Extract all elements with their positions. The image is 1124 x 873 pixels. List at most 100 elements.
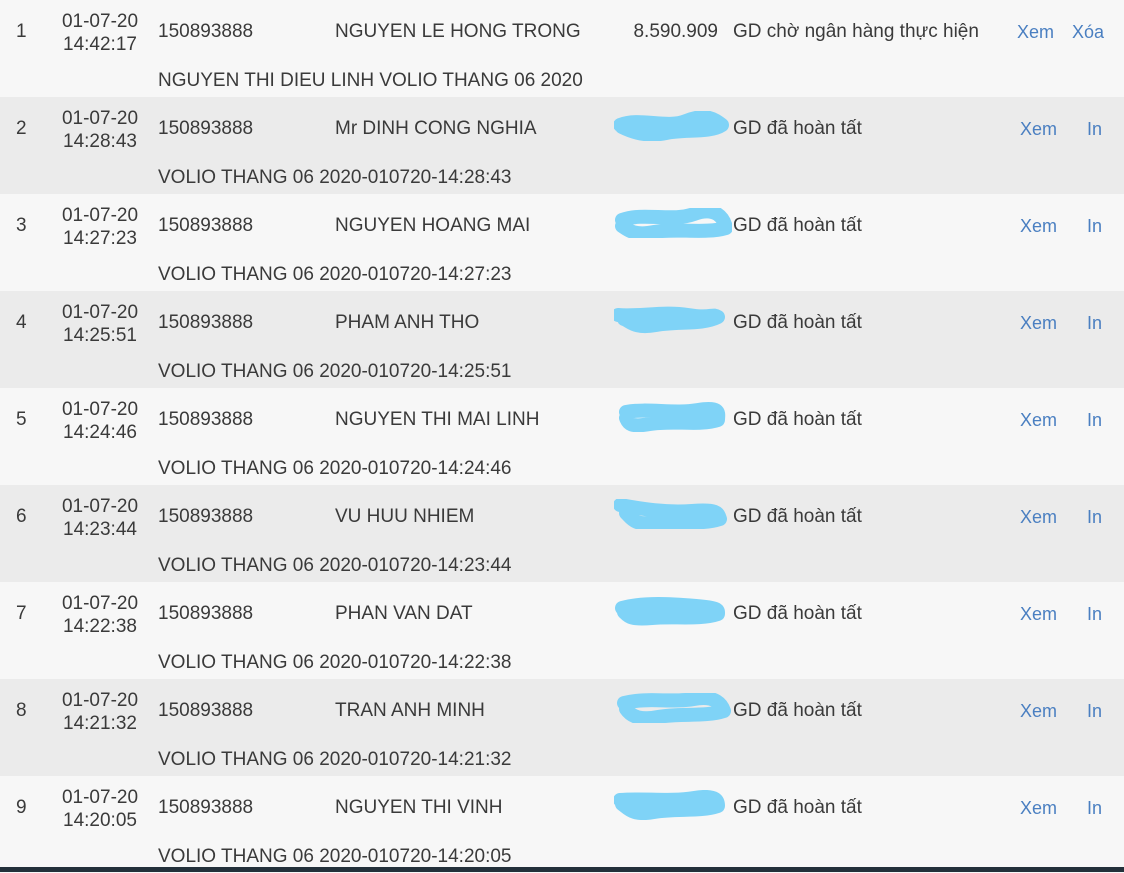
view-link[interactable]: Xem [1020, 119, 1057, 140]
row-date: 01-07-20 [61, 108, 139, 129]
row-description: VOLIO THANG 06 2020-010720-14:21:32 [158, 749, 512, 770]
table-row: 3 01-07-20 14:27:23 150893888 NGUYEN HOA… [0, 194, 1124, 291]
row-status: GD đã hoàn tất [733, 118, 862, 139]
print-link[interactable]: In [1087, 507, 1102, 528]
amount-redaction-scribble [619, 402, 726, 432]
row-time: 14:23:44 [63, 519, 137, 540]
row-index: 6 [16, 506, 27, 527]
view-link[interactable]: Xem [1017, 22, 1054, 43]
row-beneficiary: PHAM ANH THO [335, 312, 480, 333]
print-link[interactable]: In [1087, 216, 1102, 237]
row-date: 01-07-20 [61, 593, 139, 614]
row-date: 01-07-20 [61, 205, 139, 226]
row-index: 3 [16, 215, 27, 236]
row-date: 01-07-20 [61, 302, 139, 323]
row-description: VOLIO THANG 06 2020-010720-14:25:51 [158, 361, 512, 382]
row-beneficiary: PHAN VAN DAT [335, 603, 473, 624]
row-index: 7 [16, 603, 27, 624]
view-link[interactable]: Xem [1020, 313, 1057, 334]
row-beneficiary: TRAN ANH MINH [335, 700, 485, 721]
view-link[interactable]: Xem [1020, 216, 1057, 237]
row-index: 2 [16, 118, 27, 139]
row-time: 14:21:32 [63, 713, 137, 734]
row-datetime: 01-07-20 14:21:32 [60, 689, 140, 735]
transaction-list: 1 01-07-20 14:42:17 150893888 NGUYEN LE … [0, 0, 1124, 873]
row-description: VOLIO THANG 06 2020-010720-14:27:23 [158, 264, 512, 285]
row-datetime: 01-07-20 14:23:44 [60, 495, 140, 541]
print-link[interactable]: In [1087, 313, 1102, 334]
row-description: VOLIO THANG 06 2020-010720-14:23:44 [158, 555, 512, 576]
row-status: GD đã hoàn tất [733, 215, 862, 236]
table-row: 2 01-07-20 14:28:43 150893888 Mr DINH CO… [0, 97, 1124, 194]
view-link[interactable]: Xem [1020, 410, 1057, 431]
row-time: 14:25:51 [63, 325, 137, 346]
amount-redaction-scribble [617, 693, 731, 723]
table-row: 4 01-07-20 14:25:51 150893888 PHAM ANH T… [0, 291, 1124, 388]
amount-redaction-scribble [614, 790, 725, 820]
view-link[interactable]: Xem [1020, 798, 1057, 819]
row-account: 150893888 [158, 506, 254, 527]
row-description: VOLIO THANG 06 2020-010720-14:22:38 [158, 652, 512, 673]
row-datetime: 01-07-20 14:28:43 [60, 107, 140, 153]
row-datetime: 01-07-20 14:24:46 [60, 398, 140, 444]
row-beneficiary: Mr DINH CONG NGHIA [335, 118, 537, 139]
row-status: GD đã hoàn tất [733, 797, 862, 818]
row-account: 150893888 [158, 118, 254, 139]
view-link[interactable]: Xem [1020, 604, 1057, 625]
row-description: VOLIO THANG 06 2020-010720-14:24:46 [158, 458, 512, 479]
print-link[interactable]: In [1087, 410, 1102, 431]
row-status: GD chờ ngân hàng thực hiện [733, 21, 979, 42]
row-status: GD đã hoàn tất [733, 700, 862, 721]
row-account: 150893888 [158, 409, 254, 430]
row-description: VOLIO THANG 06 2020-010720-14:28:43 [158, 167, 512, 188]
row-index: 5 [16, 409, 27, 430]
row-status: GD đã hoàn tất [733, 506, 862, 527]
view-link[interactable]: Xem [1020, 507, 1057, 528]
row-datetime: 01-07-20 14:27:23 [60, 204, 140, 250]
row-account: 150893888 [158, 312, 254, 333]
row-status: GD đã hoàn tất [733, 312, 862, 333]
row-beneficiary: VU HUU NHIEM [335, 506, 475, 527]
row-time: 14:42:17 [63, 34, 137, 55]
row-date: 01-07-20 [61, 496, 139, 517]
print-link[interactable]: In [1087, 798, 1102, 819]
view-link[interactable]: Xem [1020, 701, 1057, 722]
amount-redaction-scribble [614, 499, 727, 529]
row-account: 150893888 [158, 215, 254, 236]
row-index: 9 [16, 797, 27, 818]
row-beneficiary: NGUYEN THI MAI LINH [335, 409, 540, 430]
row-account: 150893888 [158, 603, 254, 624]
row-time: 14:28:43 [63, 131, 137, 152]
table-row: 7 01-07-20 14:22:38 150893888 PHAN VAN D… [0, 582, 1124, 679]
row-account: 150893888 [158, 700, 254, 721]
row-time: 14:24:46 [63, 422, 137, 443]
bottom-edge-bar [0, 867, 1124, 872]
row-index: 4 [16, 312, 27, 333]
table-row: 1 01-07-20 14:42:17 150893888 NGUYEN LE … [0, 0, 1124, 97]
row-datetime: 01-07-20 14:25:51 [60, 301, 140, 347]
table-row: 5 01-07-20 14:24:46 150893888 NGUYEN THI… [0, 388, 1124, 485]
row-account: 150893888 [158, 797, 254, 818]
row-account: 150893888 [158, 21, 254, 42]
table-row: 9 01-07-20 14:20:05 150893888 NGUYEN THI… [0, 776, 1124, 873]
amount-redaction-scribble [614, 306, 725, 334]
print-link[interactable]: In [1087, 604, 1102, 625]
row-date: 01-07-20 [61, 399, 139, 420]
amount-redaction-scribble [614, 111, 729, 141]
delete-link[interactable]: Xóa [1072, 22, 1104, 43]
row-amount: 8.590.909 [633, 21, 718, 42]
row-beneficiary: NGUYEN LE HONG TRONG [335, 21, 581, 42]
row-beneficiary: NGUYEN THI VINH [335, 797, 503, 818]
print-link[interactable]: In [1087, 701, 1102, 722]
row-index: 1 [16, 21, 27, 42]
row-datetime: 01-07-20 14:22:38 [60, 592, 140, 638]
table-row: 6 01-07-20 14:23:44 150893888 VU HUU NHI… [0, 485, 1124, 582]
row-beneficiary: NGUYEN HOANG MAI [335, 215, 531, 236]
row-datetime: 01-07-20 14:42:17 [60, 10, 140, 56]
table-row: 8 01-07-20 14:21:32 150893888 TRAN ANH M… [0, 679, 1124, 776]
row-time: 14:20:05 [63, 810, 137, 831]
print-link[interactable]: In [1087, 119, 1102, 140]
row-date: 01-07-20 [61, 11, 139, 32]
row-index: 8 [16, 700, 27, 721]
row-description: NGUYEN THI DIEU LINH VOLIO THANG 06 2020 [158, 70, 583, 91]
